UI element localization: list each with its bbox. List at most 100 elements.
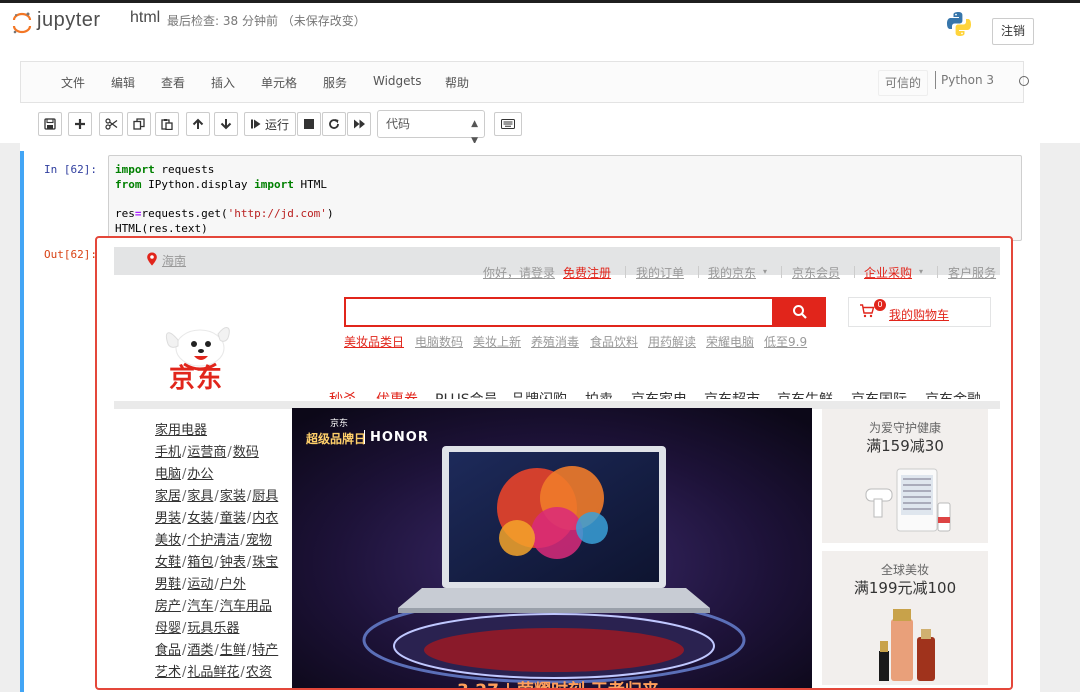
category-link[interactable]: 家居 xyxy=(155,489,181,504)
enterprise-link[interactable]: 企业采购 xyxy=(864,264,912,281)
fast-forward-icon xyxy=(353,119,365,129)
category-link[interactable]: 玩具乐器 xyxy=(187,621,239,636)
category-link[interactable]: 酒类 xyxy=(187,643,213,658)
jupyter-logo-icon xyxy=(12,12,32,34)
jd-member-link[interactable]: 京东会员 xyxy=(792,264,840,281)
paste-button[interactable] xyxy=(155,112,179,136)
category-link[interactable]: 内衣 xyxy=(252,511,278,526)
search-input[interactable] xyxy=(344,297,774,327)
menu-cell[interactable]: 单元格 xyxy=(261,74,297,91)
category-link[interactable]: 办公 xyxy=(187,467,213,482)
hero-banner[interactable]: 京东 超级品牌日 HONOR 3.27 | 荣耀时刻 王者归来 xyxy=(292,408,812,688)
category-link[interactable]: 电脑 xyxy=(155,467,181,482)
location-link[interactable]: 海南 xyxy=(162,252,186,269)
category-row: 母婴/玩具乐器 xyxy=(155,617,239,636)
customer-service-link[interactable]: 客户服务 xyxy=(948,264,996,281)
topbar-separator xyxy=(625,266,626,278)
category-link[interactable]: 艺术 xyxy=(155,665,181,680)
notebook-name[interactable]: html xyxy=(130,9,160,27)
jd-wordmark[interactable]: 京东 xyxy=(169,358,223,395)
category-link[interactable]: 户外 xyxy=(220,577,246,592)
category-link[interactable]: 食品 xyxy=(155,643,181,658)
copy-button[interactable] xyxy=(127,112,151,136)
restart-run-all-button[interactable] xyxy=(347,112,371,136)
hot-word[interactable]: 用药解读 xyxy=(648,333,696,350)
hot-word[interactable]: 低至9.9 xyxy=(764,333,807,350)
hot-word[interactable]: 荣耀电脑 xyxy=(706,333,754,350)
category-row: 手机/运营商/数码 xyxy=(155,441,259,460)
menu-file[interactable]: 文件 xyxy=(61,74,85,91)
category-link[interactable]: 箱包 xyxy=(187,555,213,570)
plus-icon xyxy=(75,119,85,129)
promo-card[interactable]: 全球美妆 满199元减100 xyxy=(822,551,988,685)
category-link[interactable]: 美妆 xyxy=(155,533,181,548)
login-link[interactable]: 你好，请登录 xyxy=(483,264,555,281)
category-link[interactable]: 礼品鲜花 xyxy=(187,665,239,680)
category-link[interactable]: 手机 xyxy=(155,445,181,460)
hot-word[interactable]: 养殖消毒 xyxy=(531,333,579,350)
my-jd-link[interactable]: 我的京东 xyxy=(708,264,756,281)
trusted-indicator[interactable]: 可信的 xyxy=(878,70,928,96)
code-editor[interactable]: import requests from IPython.display imp… xyxy=(108,155,1022,241)
notebook-header: jupyter html 最后检查: 38 分钟前 （未保存改变） 注销 xyxy=(0,3,1080,59)
category-link[interactable]: 女鞋 xyxy=(155,555,181,570)
code-line-1: import requests xyxy=(115,163,215,176)
menu-kernel[interactable]: 服务 xyxy=(323,74,347,91)
category-link[interactable]: 女装 xyxy=(187,511,213,526)
category-link[interactable]: 厨具 xyxy=(252,489,278,504)
category-link[interactable]: 运动 xyxy=(187,577,213,592)
category-link[interactable]: 房产 xyxy=(155,599,181,614)
logout-button[interactable]: 注销 xyxy=(992,18,1034,45)
menu-edit[interactable]: 编辑 xyxy=(111,74,135,91)
category-link[interactable]: 母婴 xyxy=(155,621,181,636)
cut-button[interactable] xyxy=(99,112,123,136)
interrupt-button[interactable] xyxy=(297,112,321,136)
category-link[interactable]: 家用电器 xyxy=(155,423,207,438)
category-link[interactable]: 男装 xyxy=(155,511,181,526)
category-link[interactable]: 珠宝 xyxy=(252,555,278,570)
category-link[interactable]: 男鞋 xyxy=(155,577,181,592)
cart-icon xyxy=(860,304,875,318)
category-row: 食品/酒类/生鲜/特产 xyxy=(155,639,278,658)
menu-insert[interactable]: 插入 xyxy=(211,74,235,91)
command-palette-button[interactable] xyxy=(494,112,522,136)
jupyter-logo-text[interactable]: jupyter xyxy=(37,9,101,32)
move-down-button[interactable] xyxy=(214,112,238,136)
category-link[interactable]: 农资 xyxy=(246,665,272,680)
topbar-separator xyxy=(698,266,699,278)
category-link[interactable]: 生鲜 xyxy=(220,643,246,658)
hot-word[interactable]: 电脑数码 xyxy=(415,333,463,350)
category-link[interactable]: 个护清洁 xyxy=(187,533,239,548)
category-link[interactable]: 特产 xyxy=(252,643,278,658)
move-up-button[interactable] xyxy=(186,112,210,136)
category-link[interactable]: 数码 xyxy=(233,445,259,460)
restart-button[interactable] xyxy=(322,112,346,136)
cell-type-select[interactable]: 代码 ▲ ▼ xyxy=(377,110,485,146)
run-label: 运行 xyxy=(265,117,290,132)
hot-word[interactable]: 美妆上新 xyxy=(473,333,521,350)
category-link[interactable]: 宠物 xyxy=(246,533,272,548)
refresh-icon xyxy=(329,119,339,129)
category-link[interactable]: 运营商 xyxy=(187,445,226,460)
save-button[interactable] xyxy=(38,112,62,136)
category-link[interactable]: 家装 xyxy=(220,489,246,504)
category-row: 男装/女装/童装/内衣 xyxy=(155,507,278,526)
category-link[interactable]: 童装 xyxy=(220,511,246,526)
category-link[interactable]: 钟表 xyxy=(220,555,246,570)
category-link[interactable]: 家具 xyxy=(187,489,213,504)
my-orders-link[interactable]: 我的订单 xyxy=(636,264,684,281)
register-link[interactable]: 免费注册 xyxy=(563,264,611,281)
run-button[interactable]: 运行 xyxy=(244,112,296,136)
cart-button[interactable]: 0 我的购物车 xyxy=(848,297,991,327)
promo-card[interactable]: 为爱守护健康 满159减30 xyxy=(822,409,988,543)
category-link[interactable]: 汽车用品 xyxy=(220,599,272,614)
category-link[interactable]: 汽车 xyxy=(187,599,213,614)
search-button[interactable] xyxy=(774,297,826,327)
menu-widgets[interactable]: Widgets xyxy=(373,74,422,88)
menu-view[interactable]: 查看 xyxy=(161,74,185,91)
kernel-name[interactable]: Python 3 xyxy=(941,73,994,87)
insert-cell-button[interactable] xyxy=(68,112,92,136)
menu-help[interactable]: 帮助 xyxy=(445,74,469,91)
hot-word[interactable]: 美妆品类日 xyxy=(344,333,404,350)
hot-word[interactable]: 食品饮料 xyxy=(590,333,638,350)
